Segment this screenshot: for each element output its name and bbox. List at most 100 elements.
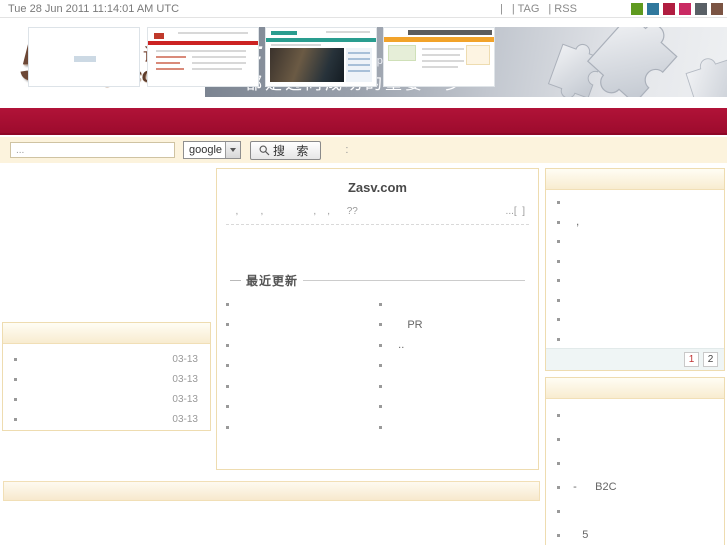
bullet-icon [557, 509, 560, 513]
recent-list-left [226, 294, 379, 438]
search-strip: google 搜 索 : [0, 137, 727, 163]
thumbnail-content [148, 41, 258, 45]
list-item[interactable]: 03-13 [3, 409, 210, 429]
server-datetime: Tue 28 Jun 2011 11:14:01 AM UTC [8, 3, 180, 15]
bullet-icon [226, 343, 229, 347]
heading-rule-right [303, 280, 525, 281]
list-item[interactable] [546, 271, 724, 291]
theme-square-crimson[interactable] [663, 3, 675, 15]
gallery-header [3, 481, 540, 501]
article-date: 03-13 [172, 353, 198, 365]
theme-square-brown[interactable] [711, 3, 723, 15]
thumbnail-content [422, 60, 464, 62]
thumbnail-content [422, 54, 460, 56]
featured-meta-text: , , , , ?? [230, 206, 358, 217]
list-item[interactable] [546, 499, 724, 523]
right-box-bottom-header [546, 378, 724, 399]
dashed-divider [226, 224, 529, 225]
list-item[interactable]: .. [379, 335, 532, 356]
bullet-icon [379, 425, 382, 429]
thumbnail-content [348, 58, 370, 60]
thumbnail-content [156, 68, 184, 70]
theme-square-gray[interactable] [695, 3, 707, 15]
list-item[interactable] [546, 310, 724, 330]
pagination-page-1[interactable]: 1 [684, 352, 699, 367]
list-item[interactable]: , [546, 213, 724, 233]
list-item[interactable] [546, 330, 724, 350]
featured-site-title[interactable]: Zasv.com [217, 180, 538, 195]
thumbnail-content [192, 56, 246, 58]
left-article-list: 03-13 03-13 03-13 03-13 [3, 344, 210, 429]
list-item[interactable] [226, 335, 379, 356]
rss-link[interactable]: | RSS [548, 3, 577, 15]
site-thumbnail-teal-corporate[interactable] [265, 27, 377, 87]
bullet-icon [14, 377, 17, 381]
thumbnail-content [348, 70, 370, 72]
thumbnail-content [466, 45, 490, 65]
list-item[interactable] [546, 232, 724, 252]
magnifier-icon [259, 145, 270, 155]
bullet-icon [226, 405, 229, 409]
list-item[interactable] [226, 315, 379, 336]
right-sidebar-box-top: , 1 2 [545, 168, 725, 371]
thumbnail-content [408, 30, 492, 35]
list-item[interactable] [546, 193, 724, 213]
site-thumbnail-orange-listing[interactable] [383, 27, 495, 87]
site-thumbnail-red-portal[interactable] [147, 27, 259, 87]
theme-square-pink[interactable] [679, 3, 691, 15]
heading-rule-left [230, 280, 241, 281]
list-item[interactable] [226, 356, 379, 377]
bullet-icon [379, 384, 382, 388]
list-item[interactable]: 5 [546, 523, 724, 545]
right-top-list: , [546, 190, 724, 349]
thumbnail-content [156, 62, 180, 64]
article-link: PR [389, 318, 423, 331]
search-engine-select[interactable]: google [183, 141, 241, 159]
list-item[interactable] [546, 252, 724, 272]
list-item[interactable] [546, 291, 724, 311]
search-suffix: : [345, 144, 349, 156]
list-item[interactable] [226, 294, 379, 315]
list-item[interactable] [379, 294, 532, 315]
recent-list-right: PR .. [379, 294, 532, 438]
list-item[interactable]: PR [379, 315, 532, 336]
list-item[interactable] [379, 376, 532, 397]
list-item[interactable]: - B2C [546, 475, 724, 499]
read-more-link[interactable]: ...[ ] [506, 206, 525, 217]
thumbnail-content [326, 31, 370, 33]
list-item[interactable] [379, 356, 532, 377]
right-box-top-header [546, 169, 724, 190]
tag-link[interactable]: | TAG [512, 3, 540, 15]
thumbnail-content [154, 33, 164, 39]
pagination-bar: 1 2 [546, 348, 724, 370]
search-engine-value: google [189, 144, 223, 156]
main-navigation-bar[interactable] [0, 108, 727, 135]
theme-square-green[interactable] [631, 3, 643, 15]
theme-square-blue[interactable] [647, 3, 659, 15]
thumbnail-content [192, 68, 242, 70]
list-item[interactable]: 03-13 [3, 369, 210, 389]
recent-updates-title: 最近更新 [246, 274, 299, 288]
list-item[interactable] [546, 403, 724, 427]
list-item[interactable]: 03-13 [3, 349, 210, 369]
list-item[interactable] [226, 417, 379, 438]
bullet-icon [379, 405, 382, 409]
list-item[interactable] [379, 417, 532, 438]
search-input[interactable] [10, 142, 175, 158]
list-item[interactable] [379, 397, 532, 418]
article-link: - B2C [567, 481, 617, 493]
list-item[interactable] [546, 451, 724, 475]
page: Tue 28 Jun 2011 11:14:01 AM UTC | | TAG … [0, 0, 727, 545]
pagination-page-2[interactable]: 2 [703, 352, 718, 367]
search-button-label: 搜 索 [273, 143, 313, 158]
site-thumbnail-blank[interactable] [28, 27, 140, 87]
article-link: 5 [567, 529, 589, 541]
thumbnail-content [271, 31, 297, 35]
list-item[interactable]: 03-13 [3, 389, 210, 409]
list-item[interactable] [226, 397, 379, 418]
search-button[interactable]: 搜 索 [250, 140, 322, 160]
list-item[interactable] [226, 376, 379, 397]
list-item[interactable] [546, 427, 724, 451]
color-theme-squares [631, 3, 723, 15]
article-date: 03-13 [172, 373, 198, 385]
